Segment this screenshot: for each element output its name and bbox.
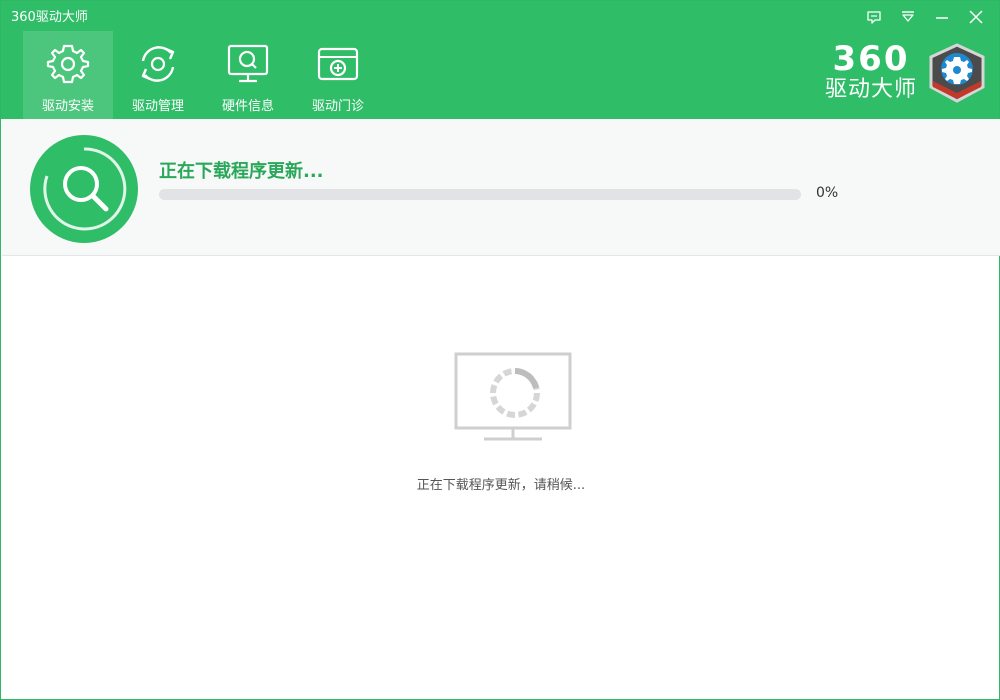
tab-label: 驱动门诊 (311, 99, 364, 114)
progress-percent: 0% (816, 185, 839, 201)
brand-number: 360 (832, 39, 910, 79)
header-bar: 360驱动大师 驱动安装 驱动管理 硬件信息 驱动门诊 360 驱动大师 (1, 1, 999, 119)
feedback-icon (867, 11, 881, 24)
app-window: 360驱动大师 驱动安装 驱动管理 硬件信息 驱动门诊 360 驱动大师 正在下… (0, 0, 1000, 700)
brand-gear-logo-icon (929, 43, 985, 103)
loading-spinner-icon (490, 368, 540, 418)
tab-driver-install[interactable]: 驱动安装 (23, 31, 113, 119)
minimize-icon (936, 17, 948, 19)
dropdown-menu-icon (902, 11, 914, 22)
tab-label: 驱动管理 (131, 99, 184, 114)
tab-label: 硬件信息 (221, 99, 274, 114)
tab-driver-clinic[interactable]: 驱动门诊 (293, 31, 383, 119)
progress-bar (159, 189, 801, 200)
brand-wordmark: 360 驱动大师 (825, 42, 917, 104)
tab-hardware-info[interactable]: 硬件信息 (203, 31, 293, 119)
loading-message: 正在下载程序更新，请稍候... (416, 478, 586, 493)
close-icon (969, 10, 983, 24)
feedback-button[interactable] (857, 5, 891, 29)
menu-button[interactable] (891, 5, 925, 29)
medical-kit-icon (317, 47, 359, 81)
download-progress-panel: 正在下载程序更新... 0% (2, 119, 1000, 256)
brand-logo-area: 360 驱动大师 (825, 41, 989, 105)
main-tabs: 驱动安装 驱动管理 硬件信息 驱动门诊 (23, 31, 383, 119)
refresh-gear-icon (141, 46, 175, 82)
window-controls (857, 5, 993, 29)
scan-search-icon (30, 135, 138, 243)
tab-driver-manage[interactable]: 驱动管理 (113, 31, 203, 119)
monitor-search-icon (227, 44, 269, 83)
brand-name: 驱动大师 (824, 77, 917, 102)
monitor-loading-icon (454, 352, 572, 441)
window-title: 360驱动大师 (11, 10, 88, 25)
tab-label: 驱动安装 (41, 99, 94, 114)
gear-icon (46, 44, 90, 84)
minimize-button[interactable] (925, 5, 959, 29)
progress-title: 正在下载程序更新... (159, 161, 324, 182)
close-button[interactable] (959, 5, 993, 29)
